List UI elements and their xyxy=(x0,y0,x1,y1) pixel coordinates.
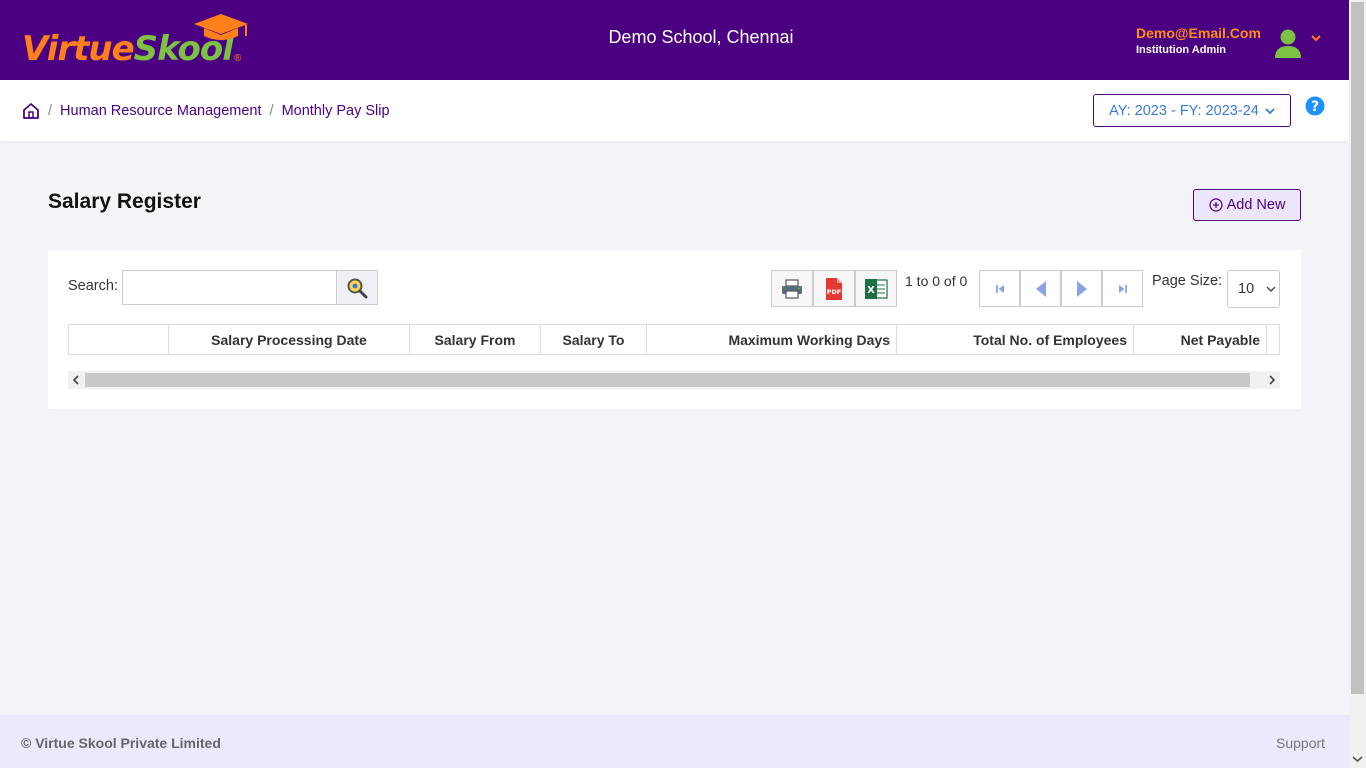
scroll-right-icon[interactable] xyxy=(1265,373,1279,387)
pagination-range: 1 to 0 of 0 xyxy=(905,273,968,289)
add-circle-icon xyxy=(1208,198,1223,212)
breadcrumb: / Human Resource Management / Monthly Pa… xyxy=(48,103,390,119)
salary-register-card: Search: PDF X 1 to 0 of 0 Page Size: 10 … xyxy=(48,250,1301,409)
breadcrumb-bar: / Human Resource Management / Monthly Pa… xyxy=(0,80,1349,141)
add-new-label: Add New xyxy=(1226,197,1286,213)
user-info[interactable]: Demo@Email.Com Institution Admin xyxy=(1136,25,1261,56)
page-vertical-scrollbar[interactable] xyxy=(1349,0,1366,768)
add-new-button[interactable]: Add New xyxy=(1193,189,1301,221)
breadcrumb-item-monthly-pay-slip[interactable]: Monthly Pay Slip xyxy=(282,103,390,119)
search-button[interactable] xyxy=(336,270,378,305)
home-icon[interactable] xyxy=(22,102,40,120)
academic-year-select[interactable]: AY: 2023 - FY: 2023-24 xyxy=(1093,94,1291,127)
top-header: VirtueSkool ® Demo School, Chennai Demo@… xyxy=(0,0,1349,80)
previous-page-button[interactable] xyxy=(1020,270,1061,307)
next-page-icon xyxy=(1076,280,1087,297)
column-header-net-payable[interactable]: Net Payable xyxy=(1134,325,1267,354)
chevron-down-icon[interactable] xyxy=(1310,33,1322,43)
column-header-total-employees[interactable]: Total No. of Employees xyxy=(897,325,1134,354)
logo-registered-mark: ® xyxy=(233,53,242,64)
chevron-down-icon xyxy=(1266,286,1276,292)
last-page-icon xyxy=(1118,284,1127,293)
chevron-down-icon xyxy=(1265,107,1275,114)
column-header-select[interactable] xyxy=(69,325,169,354)
column-header-salary-processing-date[interactable]: Salary Processing Date xyxy=(169,325,410,354)
help-icon[interactable]: ? xyxy=(1305,96,1325,116)
page-title: Salary Register xyxy=(48,190,201,213)
scroll-down-icon[interactable] xyxy=(1352,754,1363,764)
print-icon xyxy=(782,278,802,299)
previous-page-icon xyxy=(1035,280,1046,297)
pdf-export-button[interactable]: PDF xyxy=(813,270,855,307)
svg-text:X: X xyxy=(867,285,875,296)
search-label: Search: xyxy=(68,278,118,294)
page-size-value: 10 xyxy=(1238,281,1255,297)
page-size-label: Page Size: xyxy=(1152,273,1223,289)
footer: © Virtue Skool Private Limited Support xyxy=(0,715,1349,768)
page-size-select[interactable]: 10 xyxy=(1227,270,1280,308)
grid-header-row: Salary Processing Date Salary From Salar… xyxy=(68,324,1280,355)
scrollbar-thumb[interactable] xyxy=(85,373,1250,387)
breadcrumb-item-hrm[interactable]: Human Resource Management xyxy=(60,103,262,119)
first-page-icon xyxy=(995,284,1004,293)
search-input[interactable] xyxy=(122,270,338,305)
grid-horizontal-scrollbar[interactable] xyxy=(68,371,1280,389)
scrollbar-thumb[interactable] xyxy=(1351,2,1364,694)
support-link[interactable]: Support xyxy=(1276,735,1325,751)
print-button[interactable] xyxy=(771,270,813,307)
column-header-salary-from[interactable]: Salary From xyxy=(410,325,541,354)
pdf-icon: PDF xyxy=(826,277,842,300)
copyright-text: © Virtue Skool Private Limited xyxy=(21,735,221,751)
svg-text:PDF: PDF xyxy=(827,288,842,296)
user-role: Institution Admin xyxy=(1136,44,1227,56)
user-avatar-icon[interactable] xyxy=(1274,28,1302,58)
svg-text:?: ? xyxy=(1311,99,1319,115)
column-header-maximum-working-days[interactable]: Maximum Working Days xyxy=(647,325,897,354)
academic-year-value: AY: 2023 - FY: 2023-24 xyxy=(1109,102,1259,119)
user-email: Demo@Email.Com xyxy=(1136,25,1261,41)
search-icon xyxy=(347,278,368,298)
column-header-salary-to[interactable]: Salary To xyxy=(541,325,647,354)
scroll-left-icon[interactable] xyxy=(69,373,83,387)
excel-export-button[interactable]: X xyxy=(855,270,897,307)
first-page-button[interactable] xyxy=(979,270,1020,307)
next-page-button[interactable] xyxy=(1061,270,1102,307)
excel-icon: X xyxy=(865,278,888,299)
last-page-button[interactable] xyxy=(1102,270,1143,307)
